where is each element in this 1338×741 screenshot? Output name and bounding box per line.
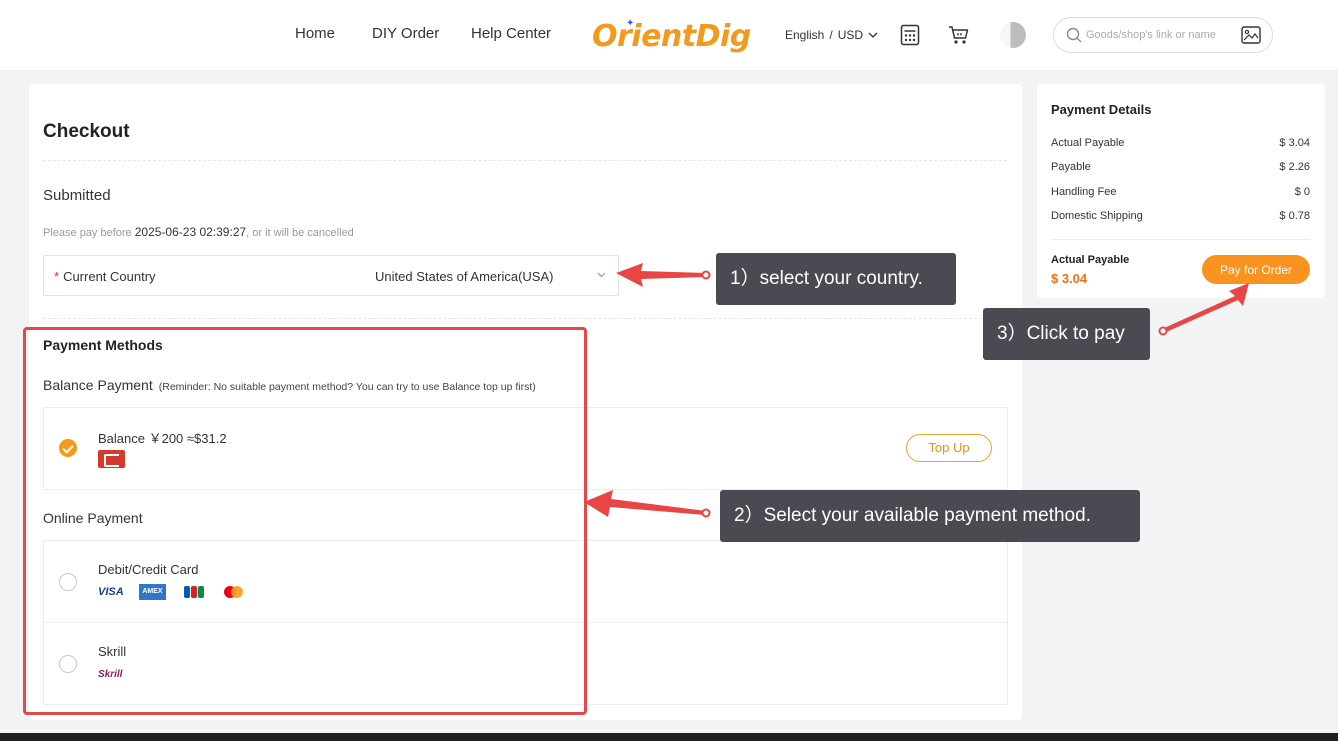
search-bar [1053, 17, 1273, 53]
jcb-icon [180, 584, 207, 600]
pay-for-order-button[interactable]: Pay for Order [1202, 255, 1310, 284]
skrill-method-label: Skrill [98, 644, 127, 659]
divider [43, 318, 1007, 319]
chevron-down-icon [597, 272, 606, 278]
logo-text: OrientDig [592, 18, 751, 54]
balance-payment-title: Balance Payment (Reminder: No suitable pa… [43, 377, 536, 393]
skrill-icon: Skrill [98, 669, 123, 680]
skrill-radio[interactable] [59, 655, 77, 673]
search-input[interactable] [1086, 26, 1236, 44]
language-currency-selector[interactable]: English / USD [785, 28, 878, 42]
order-status: Submitted [43, 187, 111, 204]
language-label: English [785, 28, 825, 42]
country-label: * Current Country [54, 269, 156, 284]
detail-row-domestic-shipping: Domestic Shipping $ 0.78 [1051, 210, 1310, 222]
country-select[interactable]: * Current Country United States of Americ… [43, 255, 619, 296]
tooltip-step3: 3）Click to pay [983, 308, 1150, 360]
balance-reminder: (Reminder: No suitable payment method? Y… [158, 381, 536, 393]
nav-home[interactable]: Home [295, 25, 335, 42]
chevron-down-icon [868, 32, 878, 38]
search-icon[interactable] [1066, 27, 1082, 43]
payment-methods-title: Payment Methods [43, 337, 163, 353]
online-payment-title: Online Payment [43, 510, 143, 526]
checkout-card: Checkout Submitted Please pay before 202… [29, 84, 1022, 720]
logo-star-icon: ✦ [626, 18, 635, 29]
page-title: Checkout [43, 121, 130, 142]
card-method-row[interactable]: Debit/Credit Card VISA AMEX [43, 540, 1008, 623]
top-up-button[interactable]: Top Up [906, 434, 992, 462]
site-header: Home DIY Order Help Center OrientDig ✦ E… [0, 0, 1338, 71]
payment-details-card: Payment Details Actual Payable $ 3.04 Pay… [1037, 84, 1325, 298]
skrill-method-row[interactable]: Skrill Skrill [43, 622, 1008, 705]
tooltip-step1: 1）select your country. [716, 253, 956, 305]
tooltip-step2: 2）Select your available payment method. [720, 490, 1140, 542]
calculator-icon[interactable] [899, 24, 921, 46]
deadline-datetime: 2025-06-23 02:39:27 [134, 225, 247, 239]
card-method-label: Debit/Credit Card [98, 562, 199, 577]
image-search-icon[interactable] [1241, 26, 1261, 44]
cart-icon[interactable] [948, 24, 970, 46]
wallet-icon [98, 450, 125, 468]
total-label: Actual Payable [1051, 254, 1130, 266]
balance-method-row[interactable]: Balance ￥200 ≈$31.2 Top Up [43, 407, 1008, 490]
detail-row-handling-fee: Handling Fee $ 0 [1051, 186, 1310, 198]
footer-bar [0, 733, 1338, 741]
amex-icon: AMEX [139, 584, 166, 600]
nav-diy-order[interactable]: DIY Order [372, 25, 439, 42]
card-radio[interactable] [59, 573, 77, 591]
total-value: $ 3.04 [1051, 271, 1088, 286]
divider [43, 160, 1007, 161]
site-logo[interactable]: OrientDig ✦ [592, 16, 751, 56]
deadline-suffix: , or it will be cancelled [246, 227, 354, 239]
divider [1051, 239, 1310, 240]
detail-row-payable: Payable $ 2.26 [1051, 161, 1310, 173]
country-value: United States of America(USA) [375, 269, 554, 284]
card-logos: VISA AMEX [98, 584, 248, 600]
detail-row-actual-payable: Actual Payable $ 3.04 [1051, 137, 1310, 149]
mastercard-icon [221, 584, 248, 600]
deadline-prefix: Please pay before [43, 227, 132, 239]
balance-amount: Balance ￥200 ≈$31.2 [98, 431, 227, 446]
visa-icon: VISA [98, 586, 124, 598]
balance-radio[interactable] [59, 439, 77, 457]
avatar[interactable] [1000, 22, 1026, 48]
nav-help-center[interactable]: Help Center [471, 25, 551, 42]
lang-separator: / [829, 28, 833, 42]
payment-details-title: Payment Details [1051, 102, 1152, 117]
payment-deadline: Please pay before 2025-06-23 02:39:27, o… [43, 225, 354, 239]
currency-label: USD [837, 28, 864, 42]
